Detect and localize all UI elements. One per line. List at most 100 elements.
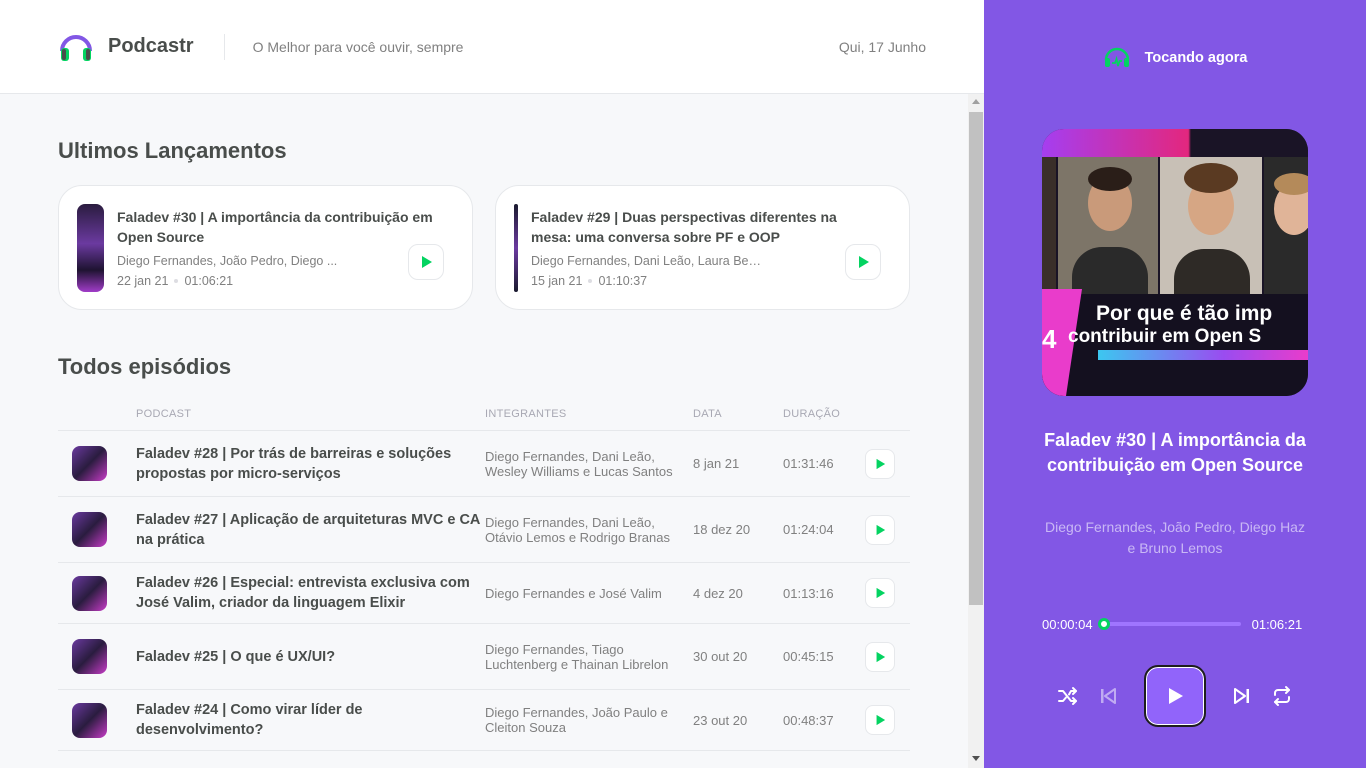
cover-hair bbox=[1088, 167, 1132, 191]
episode-title[interactable]: Faladev #26 | Especial: entrevista exclu… bbox=[136, 575, 470, 611]
scroll-down-arrow[interactable] bbox=[972, 756, 980, 761]
episode-duration: 01:06:21 bbox=[184, 274, 234, 288]
main-play-button[interactable] bbox=[1144, 665, 1206, 727]
row-action-cell bbox=[865, 623, 910, 690]
episode-card: Faladev #30 | A importância da contribui… bbox=[58, 185, 473, 310]
meta-separator bbox=[588, 279, 593, 283]
episode-duration: 01:10:37 bbox=[598, 274, 648, 288]
episode-date: 18 dez 20 bbox=[693, 496, 783, 563]
header-podcast: Podcast bbox=[136, 408, 485, 431]
cover-decoration bbox=[1042, 129, 1308, 157]
cover-hair bbox=[1274, 173, 1308, 195]
play-button[interactable] bbox=[865, 578, 895, 608]
header-date: Data bbox=[693, 408, 783, 431]
table-row: Faladev #25 | O que é UX/UI? Diego Ferna… bbox=[58, 623, 910, 690]
play-icon bbox=[876, 524, 886, 535]
play-button[interactable] bbox=[865, 514, 895, 545]
episode-meta: 22 jan 21 01:06:21 bbox=[117, 274, 447, 288]
episode-title[interactable]: Faladev #28 | Por trás de barreiras e so… bbox=[136, 446, 451, 482]
episode-duration: 00:45:15 bbox=[783, 623, 865, 690]
cover-panel bbox=[1058, 157, 1158, 307]
current-date: Qui, 17 Junho bbox=[838, 38, 926, 55]
row-action-cell bbox=[865, 562, 910, 624]
episode-duration: 00:48:37 bbox=[783, 689, 865, 751]
scroll-up-arrow[interactable] bbox=[972, 99, 980, 104]
play-icon bbox=[876, 651, 886, 662]
episode-meta: 15 jan 21 01:10:37 bbox=[531, 274, 861, 288]
episode-title[interactable]: Faladev #29 | Duas perspectivas diferent… bbox=[531, 207, 861, 247]
episode-thumbnail bbox=[77, 203, 104, 292]
row-thumb-cell bbox=[58, 562, 136, 624]
cover-text-number: 4 bbox=[1042, 324, 1057, 354]
header-action bbox=[865, 408, 910, 431]
episode-date: 22 jan 21 bbox=[117, 274, 169, 288]
progress-handle[interactable] bbox=[1097, 618, 1110, 630]
next-icon bbox=[1234, 688, 1249, 704]
play-button[interactable] bbox=[865, 448, 895, 479]
playing-icon bbox=[1104, 47, 1129, 67]
meta-separator bbox=[174, 279, 179, 283]
episode-title[interactable]: Faladev #24 | Como virar líder de desenv… bbox=[136, 702, 363, 738]
episode-details: Faladev #30 | A importância da contribui… bbox=[117, 207, 447, 288]
episode-details: Faladev #29 | Duas perspectivas diferent… bbox=[531, 207, 861, 288]
episode-date: 23 out 20 bbox=[693, 689, 783, 751]
row-thumb-cell bbox=[58, 496, 136, 563]
row-thumb-cell bbox=[58, 623, 136, 690]
current-time: 00:00:04 bbox=[1042, 616, 1093, 632]
play-button[interactable] bbox=[408, 244, 444, 280]
episode-thumbnail bbox=[72, 512, 107, 547]
table-row: Faladev #28 | Por trás de barreiras e so… bbox=[58, 430, 910, 497]
episode-cover: Por que é tão imp 4 contribuir em Open S bbox=[1042, 129, 1308, 396]
tagline: O Melhor para você ouvir, sempre bbox=[252, 38, 464, 55]
progress-slider[interactable] bbox=[1097, 618, 1241, 630]
scrollbar-thumb[interactable] bbox=[969, 112, 983, 605]
now-playing-label: Tocando agora bbox=[1144, 50, 1248, 66]
episode-date: 30 out 20 bbox=[693, 623, 783, 690]
episode-members: Diego Fernandes, Tiago Luchtenberg e Tha… bbox=[485, 623, 693, 690]
play-icon bbox=[1169, 688, 1183, 704]
episode-thumbnail bbox=[72, 446, 107, 481]
row-action-cell bbox=[865, 430, 910, 497]
latest-episodes-list: Faladev #30 | A importância da contribui… bbox=[58, 185, 910, 310]
repeat-button[interactable] bbox=[1270, 684, 1294, 708]
next-button[interactable] bbox=[1230, 684, 1254, 708]
episode-thumbnail bbox=[72, 639, 107, 674]
row-title-cell: Faladev #28 | Por trás de barreiras e so… bbox=[136, 430, 485, 497]
cover-text-line1: Por que é tão imp bbox=[1096, 302, 1273, 325]
shuffle-button[interactable] bbox=[1056, 684, 1080, 708]
latest-episodes-title: Ultimos Lançamentos bbox=[58, 138, 287, 163]
cover-panel bbox=[1042, 157, 1056, 307]
table-header-row: Podcast Integrantes Data Duração bbox=[58, 408, 910, 431]
logo[interactable]: Podcastr bbox=[58, 29, 194, 65]
episode-members: Diego Fernandes, Dani Leão, Laura Beat..… bbox=[531, 254, 766, 268]
episode-title[interactable]: Faladev #30 | A importância da contribui… bbox=[117, 207, 447, 247]
episodes-table: Podcast Integrantes Data Duração Faladev… bbox=[58, 408, 910, 751]
cover-text-line2: contribuir em Open S bbox=[1068, 326, 1262, 347]
episode-thumbnail bbox=[72, 702, 107, 738]
player-header: Tocando agora bbox=[984, 46, 1366, 70]
episode-date: 4 dez 20 bbox=[693, 562, 783, 624]
header-thumb bbox=[58, 408, 136, 431]
table-row: Faladev #24 | Como virar líder de desenv… bbox=[58, 689, 910, 751]
episode-thumbnail bbox=[72, 575, 107, 611]
play-icon bbox=[422, 256, 432, 268]
episode-duration: 01:31:46 bbox=[783, 430, 865, 497]
row-thumb-cell bbox=[58, 430, 136, 497]
cover-panel bbox=[1264, 157, 1308, 307]
row-thumb-cell bbox=[58, 689, 136, 751]
previous-icon bbox=[1101, 688, 1116, 704]
play-button[interactable] bbox=[845, 244, 881, 280]
play-icon bbox=[876, 714, 886, 726]
episode-title[interactable]: Faladev #27 | Aplicação de arquiteturas … bbox=[136, 512, 480, 548]
play-button[interactable] bbox=[865, 705, 895, 735]
play-button[interactable] bbox=[865, 641, 895, 672]
episode-thumbnail bbox=[514, 203, 518, 292]
total-time: 01:06:21 bbox=[1251, 616, 1303, 632]
previous-button[interactable] bbox=[1096, 684, 1120, 708]
episode-title[interactable]: Faladev #25 | O que é UX/UI? bbox=[136, 649, 335, 665]
header-duration: Duração bbox=[783, 408, 865, 431]
cover-hair bbox=[1184, 163, 1238, 193]
row-action-cell bbox=[865, 689, 910, 751]
episode-members: Diego Fernandes e José Valim bbox=[485, 562, 693, 624]
episode-card: Faladev #29 | Duas perspectivas diferent… bbox=[495, 185, 910, 310]
